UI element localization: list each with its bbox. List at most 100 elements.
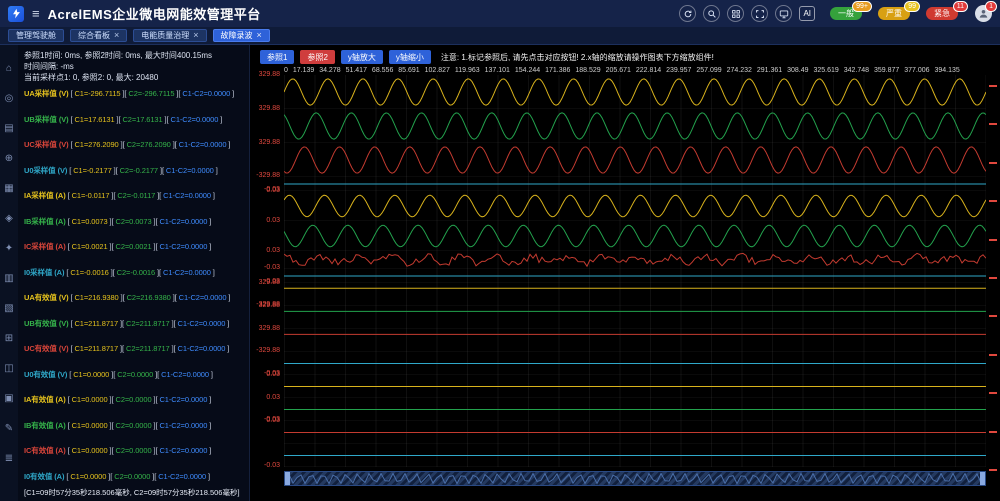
measurement-panel: 参照1时间: 0ms, 参照2时间: 0ms, 最大时间400.15ms时间间隔… [18,45,250,501]
x-tick: 257.099 [696,67,721,74]
y-axis-max-label: 329.88 [250,139,280,146]
tab-综合看板[interactable]: 综合看板× [70,29,127,42]
waveform-strip-UA采样值: 329.88 [284,75,986,109]
refresh-icon[interactable] [679,5,696,22]
sidebar-item-distribution-icon[interactable]: ◈ [0,203,18,233]
waveform-strip-IC有效值: 0.03 [284,421,986,444]
c2-value: C2=0.0000 [114,472,150,481]
y-axis-max-label: 0.03 [250,247,280,254]
datazoom-slider[interactable] [284,471,986,486]
channel-row-IA采样值: IA采样值 (A) [ C1=-0.0117 ][ C2=-0.0117 ][ … [24,190,246,201]
user-avatar[interactable]: 1 [975,5,992,22]
bracket: ][ [112,166,120,175]
sidebar-item-settings-icon[interactable]: ≣ [0,443,18,473]
channel-label: UA采样值 (V) [24,89,71,98]
sidebar-item-monitor-icon[interactable]: ▤ [0,113,18,143]
sidebar-iconbar: ⌂◎▤⊕▦◈✦▥▧⊞◫▣✎≣ [0,45,18,501]
bracket: ] [230,89,234,98]
toolbar-note: 注意: 1.标记参照后, 请先点击对应按钮! 2.x轴的缩放请操作图表下方缩放组… [441,52,714,63]
datazoom-waveform [285,472,985,485]
app-logo [8,6,24,22]
toolbar-button-ref1[interactable]: 参照1 [260,50,294,64]
alarm-marker [989,85,997,87]
sidebar-item-alarms-icon[interactable]: ⊞ [0,323,18,353]
header-bar: ≡ AcrelEMS企业微电网能效管理平台 [0,0,1000,27]
x-tick: 359.877 [874,67,899,74]
toolbar-button-y-zoom-in[interactable]: y轴放大 [341,50,383,64]
x-tick: 102.827 [425,67,450,74]
sidebar-item-lighting-icon[interactable]: ✦ [0,233,18,263]
datazoom-right-handle[interactable] [980,472,985,485]
toolbar-button-ref2[interactable]: 参照2 [300,50,334,64]
plot-strips[interactable]: 329.88329.88329.88-329.88-0.030.030.030.… [284,75,986,467]
alarm-count-badge: 11 [953,1,968,12]
sidebar-item-overview-icon[interactable]: ◎ [0,83,18,113]
alarm-stat-major[interactable]: 严重99 [878,7,910,20]
bracket: ][ [153,370,161,379]
alarm-marker [989,123,997,125]
channel-label: I0采样值 (A) [24,268,66,277]
bracket: ][ [109,268,117,277]
y-axis-max-label: 329.88 [250,105,280,112]
sidebar-item-power-icon[interactable]: ⊕ [0,143,18,173]
c2-value: C2=-0.0117 [117,191,155,200]
x-tick: 119.963 [455,67,480,74]
waveform-chart-area: 参照1 参照2 y轴放大 y轴缩小 注意: 1.标记参照后, 请先点击对应按钮! 2.… [250,45,1000,501]
c1-value: C1=0.0000 [72,421,108,430]
diff-value: C1-C2=0.0000 [159,395,207,404]
waveform-strip-UA有效值: 329.88-329.88 [284,283,986,306]
bracket: ] [226,140,230,149]
channel-row-IB有效值: IB有效值 (A) [ C1=0.0000 ][ C2=0.0000 ][ C1… [24,420,246,431]
channel-label: U0采样值 (V) [24,166,69,175]
bracket: ][ [108,242,116,251]
bracket: ] [211,191,215,200]
diff-value: C1-C2=0.0000 [159,242,207,251]
c1-value: C1=0.0000 [72,395,108,404]
datazoom-left-handle[interactable] [285,472,290,485]
sidebar-item-substation-icon[interactable]: ▦ [0,173,18,203]
alarm-marker [989,200,997,202]
y-axis-min-label: -329.88 [250,347,280,354]
c1-value: C1=0.0000 [72,446,108,455]
channel-row-UA有效值: UA有效值 (V) [ C1=216.9380 ][ C2=216.9380 ]… [24,292,246,303]
channel-row-UC采样值: UC采样值 (V) [ C1=276.2090 ][ C2=276.2090 ]… [24,139,246,150]
bracket: ] [207,446,211,455]
y-axis-max-label: 0.03 [250,187,280,194]
waveform-strip-IA采样值: 0.03 [284,191,986,221]
alarm-stat-normal[interactable]: 一般99+ [830,7,862,20]
right-marker-strip[interactable] [989,85,997,471]
monitor-icon[interactable] [775,5,792,22]
channel-row-UB有效值: UB有效值 (V) [ C1=211.8717 ][ C2=211.8717 ]… [24,318,246,329]
tab-close-icon[interactable]: × [193,31,198,40]
bracket: ] [207,421,211,430]
c1-value: C1=-0.2177 [73,166,111,175]
sidebar-item-devices-icon[interactable]: ▣ [0,383,18,413]
channel-label: I0有效值 (A) [24,472,66,481]
c2-value: C2=-0.2177 [120,166,158,175]
alarm-marker [989,277,997,279]
tab-close-icon[interactable]: × [114,31,119,40]
toolbar-button-y-zoom-out[interactable]: y轴缩小 [389,50,431,64]
bracket: ][ [171,293,179,302]
fullscreen-icon[interactable] [751,5,768,22]
sidebar-item-charts-icon[interactable]: ▧ [0,293,18,323]
tab-管理驾驶舱[interactable]: 管理驾驶舱 [8,29,64,42]
diff-value: C1-C2=0.0000 [163,268,211,277]
tab-close-icon[interactable]: × [257,31,262,40]
sidebar-item-reports-icon[interactable]: ◫ [0,353,18,383]
diff-value: C1-C2=0.0000 [159,446,207,455]
alarm-stat-critical[interactable]: 紧急11 [926,7,958,20]
tab-故障录波[interactable]: 故障录波× [213,29,270,42]
grid-apps-icon[interactable] [727,5,744,22]
ai-assistant-button[interactable]: AI [799,6,815,21]
bolt-icon [11,8,22,19]
waveform-strip-I0有效值: -0.03 [284,444,986,467]
sidebar-item-home-icon[interactable]: ⌂ [0,53,18,83]
sidebar-item-maintenance-icon[interactable]: ✎ [0,413,18,443]
page-title: AcrelEMS企业微电网能效管理平台 [48,4,261,23]
search-icon[interactable] [703,5,720,22]
tab-电能质量治理[interactable]: 电能质量治理× [133,29,206,42]
hamburger-menu-icon[interactable]: ≡ [32,7,40,20]
sidebar-item-energy-icon[interactable]: ▥ [0,263,18,293]
c2-value: C2=0.0000 [116,446,152,455]
